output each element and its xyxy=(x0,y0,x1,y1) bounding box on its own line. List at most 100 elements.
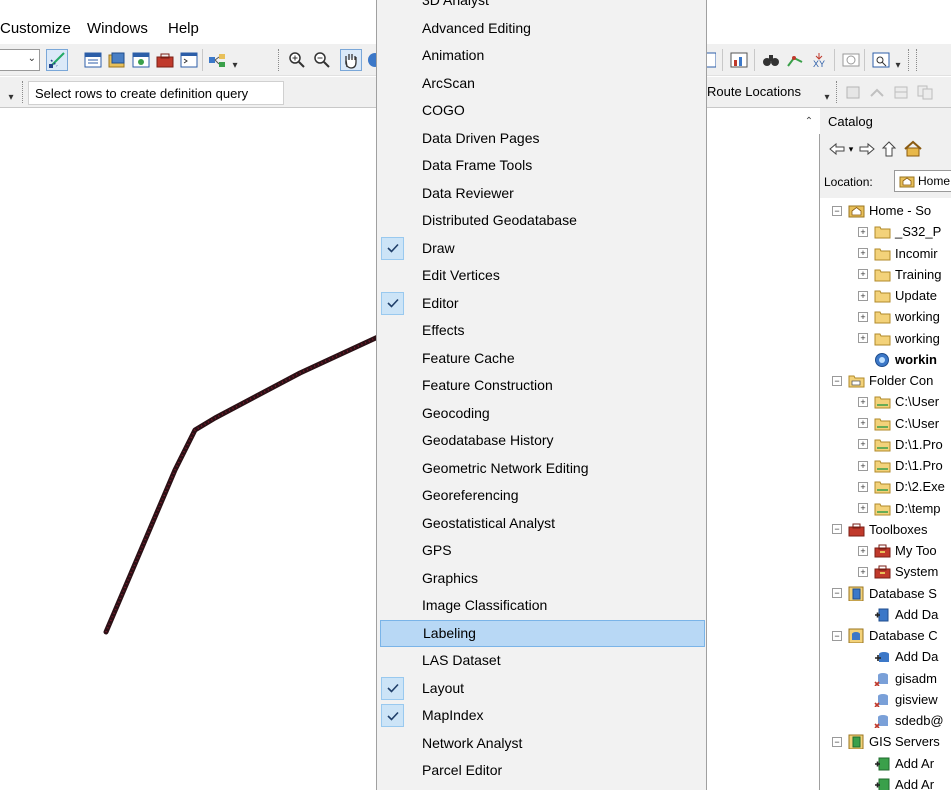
expand-icon[interactable]: + xyxy=(858,226,868,237)
tree-item-database-s[interactable]: − Database S xyxy=(832,583,937,604)
menu-item-geostatistical-analyst[interactable]: Geostatistical Analyst xyxy=(378,510,706,537)
arctoolbox-button[interactable] xyxy=(154,49,176,71)
toolbar-grip[interactable] xyxy=(908,49,912,71)
tree-item-s32-p[interactable]: + _S32_P xyxy=(858,221,941,242)
table-of-contents-button[interactable] xyxy=(82,49,104,71)
toolbar-overflow-button[interactable]: ▾ xyxy=(893,49,903,71)
find-button[interactable] xyxy=(760,49,782,71)
tree-item-add-ar[interactable]: Add Ar xyxy=(874,753,934,774)
forward-button[interactable] xyxy=(856,138,878,160)
home-button[interactable] xyxy=(902,138,924,160)
menu-item-las-dataset[interactable]: LAS Dataset xyxy=(378,647,706,674)
tree-item-add-da[interactable]: Add Da xyxy=(874,646,938,667)
expand-icon[interactable]: + xyxy=(858,290,868,301)
zoom-in-button[interactable] xyxy=(286,49,308,71)
tree-item-my-too[interactable]: + My Too xyxy=(858,540,937,561)
collapse-icon[interactable]: − xyxy=(832,524,842,535)
toolbar-button-partial[interactable] xyxy=(706,49,716,71)
expand-icon[interactable]: + xyxy=(858,396,868,407)
menu-item-geometric-network-editing[interactable]: Geometric Network Editing xyxy=(378,455,706,482)
tree-item-database-c[interactable]: − Database C xyxy=(832,625,938,646)
tree-item-workin[interactable]: workin xyxy=(874,349,937,370)
menu-item-graphics[interactable]: Graphics xyxy=(378,565,706,592)
expand-icon[interactable]: + xyxy=(858,481,868,492)
menu-item-cogo[interactable]: COGO xyxy=(378,97,706,124)
expand-icon[interactable]: + xyxy=(858,460,868,471)
tree-item-d-1-pro[interactable]: + D:\1.Pro xyxy=(858,455,943,476)
menu-item-animation[interactable]: Animation xyxy=(378,42,706,69)
collapse-icon[interactable]: − xyxy=(832,588,842,598)
full-extent-button[interactable] xyxy=(366,49,376,71)
tree-item-sdedb[interactable]: sdedb@ xyxy=(874,710,944,731)
menu-item-data-reviewer[interactable]: Data Reviewer xyxy=(378,180,706,207)
tree-item-system[interactable]: + System xyxy=(858,561,938,582)
expand-icon[interactable]: + xyxy=(858,333,868,343)
menu-item-distributed-geodatabase[interactable]: Distributed Geodatabase xyxy=(378,207,706,234)
toolbar-overflow-button[interactable]: ▾ xyxy=(822,81,832,103)
menu-item-mapindex[interactable]: MapIndex xyxy=(378,702,706,729)
tree-item-c-user[interactable]: + C:\User xyxy=(858,391,939,412)
collapse-icon[interactable]: − xyxy=(832,736,842,747)
menu-item-draw[interactable]: Draw xyxy=(378,235,706,262)
menu-item-image-classification[interactable]: Image Classification xyxy=(378,592,706,619)
menu-item-3d-analyst[interactable]: 3D Analyst xyxy=(378,0,706,14)
toolbar-grip[interactable] xyxy=(278,49,282,71)
tree-item-gisadm[interactable]: gisadm xyxy=(874,668,937,689)
disabled-tool-button[interactable] xyxy=(914,81,936,103)
menu-item-effects[interactable]: Effects xyxy=(378,317,706,344)
menu-item-data-driven-pages[interactable]: Data Driven Pages xyxy=(378,125,706,152)
disabled-tool-button[interactable] xyxy=(842,81,864,103)
menu-item-geocoding[interactable]: Geocoding xyxy=(378,400,706,427)
expand-icon[interactable]: + xyxy=(858,418,868,428)
menu-item-arcscan[interactable]: ArcScan xyxy=(378,70,706,97)
menu-item-network-analyst[interactable]: Network Analyst xyxy=(378,730,706,757)
tree-item-d-2-exe[interactable]: + D:\2.Exe xyxy=(858,476,945,497)
scale-combo[interactable]: ⌄ xyxy=(0,49,40,71)
disabled-tool-button[interactable] xyxy=(866,81,888,103)
menu-item-labeling[interactable]: Labeling xyxy=(380,619,705,647)
toolbar-grip[interactable] xyxy=(916,49,920,71)
magnifier-window-button[interactable] xyxy=(870,49,892,71)
menu-item-geodatabase-history[interactable]: Geodatabase History xyxy=(378,427,706,454)
menu-item-edit-vertices[interactable]: Edit Vertices xyxy=(378,262,706,289)
find-route-button[interactable] xyxy=(784,49,806,71)
toolbar-grip[interactable] xyxy=(22,81,26,103)
disabled-tool-button[interactable] xyxy=(890,81,912,103)
tree-item-add-da[interactable]: Add Da xyxy=(874,604,938,625)
menu-item-georeferencing[interactable]: Georeferencing xyxy=(378,482,706,509)
expand-icon[interactable]: + xyxy=(858,503,868,513)
back-button[interactable] xyxy=(826,138,848,160)
tree-item-home-so[interactable]: − Home - So xyxy=(832,200,931,221)
zoom-out-button[interactable] xyxy=(311,49,333,71)
toolbar-grip[interactable] xyxy=(836,81,840,103)
pan-button[interactable] xyxy=(340,49,362,71)
collapse-icon[interactable]: − xyxy=(832,205,842,216)
tree-item-toolboxes[interactable]: − Toolboxes xyxy=(832,519,928,540)
scroll-up-button[interactable]: ⌃ xyxy=(798,108,820,134)
expand-icon[interactable]: + xyxy=(858,311,868,322)
tree-item-folder-con[interactable]: − Folder Con xyxy=(832,370,933,391)
back-dropdown-button[interactable]: ▾ xyxy=(846,138,856,160)
tree-item-d-temp[interactable]: + D:\temp xyxy=(858,498,941,519)
menu-item-layout[interactable]: Layout xyxy=(378,675,706,702)
tree-item-incomir[interactable]: + Incomir xyxy=(858,243,938,264)
menu-item-gps[interactable]: GPS xyxy=(378,537,706,564)
menu-help[interactable]: Help xyxy=(168,20,199,37)
tree-item-update[interactable]: + Update xyxy=(858,285,937,306)
menu-item-advanced-editing[interactable]: Advanced Editing xyxy=(378,15,706,42)
tree-item-working[interactable]: + working xyxy=(858,328,940,349)
tree-item-d-1-pro[interactable]: + D:\1.Pro xyxy=(858,434,943,455)
time-slider-button[interactable] xyxy=(840,49,862,71)
expand-icon[interactable]: + xyxy=(858,439,868,450)
up-one-level-button[interactable] xyxy=(878,138,900,160)
expand-icon[interactable]: + xyxy=(858,566,868,577)
tree-item-add-ar[interactable]: Add Ar xyxy=(874,774,934,790)
search-window-button[interactable] xyxy=(130,49,152,71)
expand-icon[interactable]: + xyxy=(858,248,868,258)
tree-item-c-user[interactable]: + C:\User xyxy=(858,413,939,434)
menu-item-editor[interactable]: Editor xyxy=(378,290,706,317)
tree-item-gisview[interactable]: gisview xyxy=(874,689,938,710)
go-to-xy-button[interactable]: XY xyxy=(808,49,830,71)
editor-toolbar-button[interactable] xyxy=(46,49,68,71)
tree-item-working[interactable]: + working xyxy=(858,306,940,327)
